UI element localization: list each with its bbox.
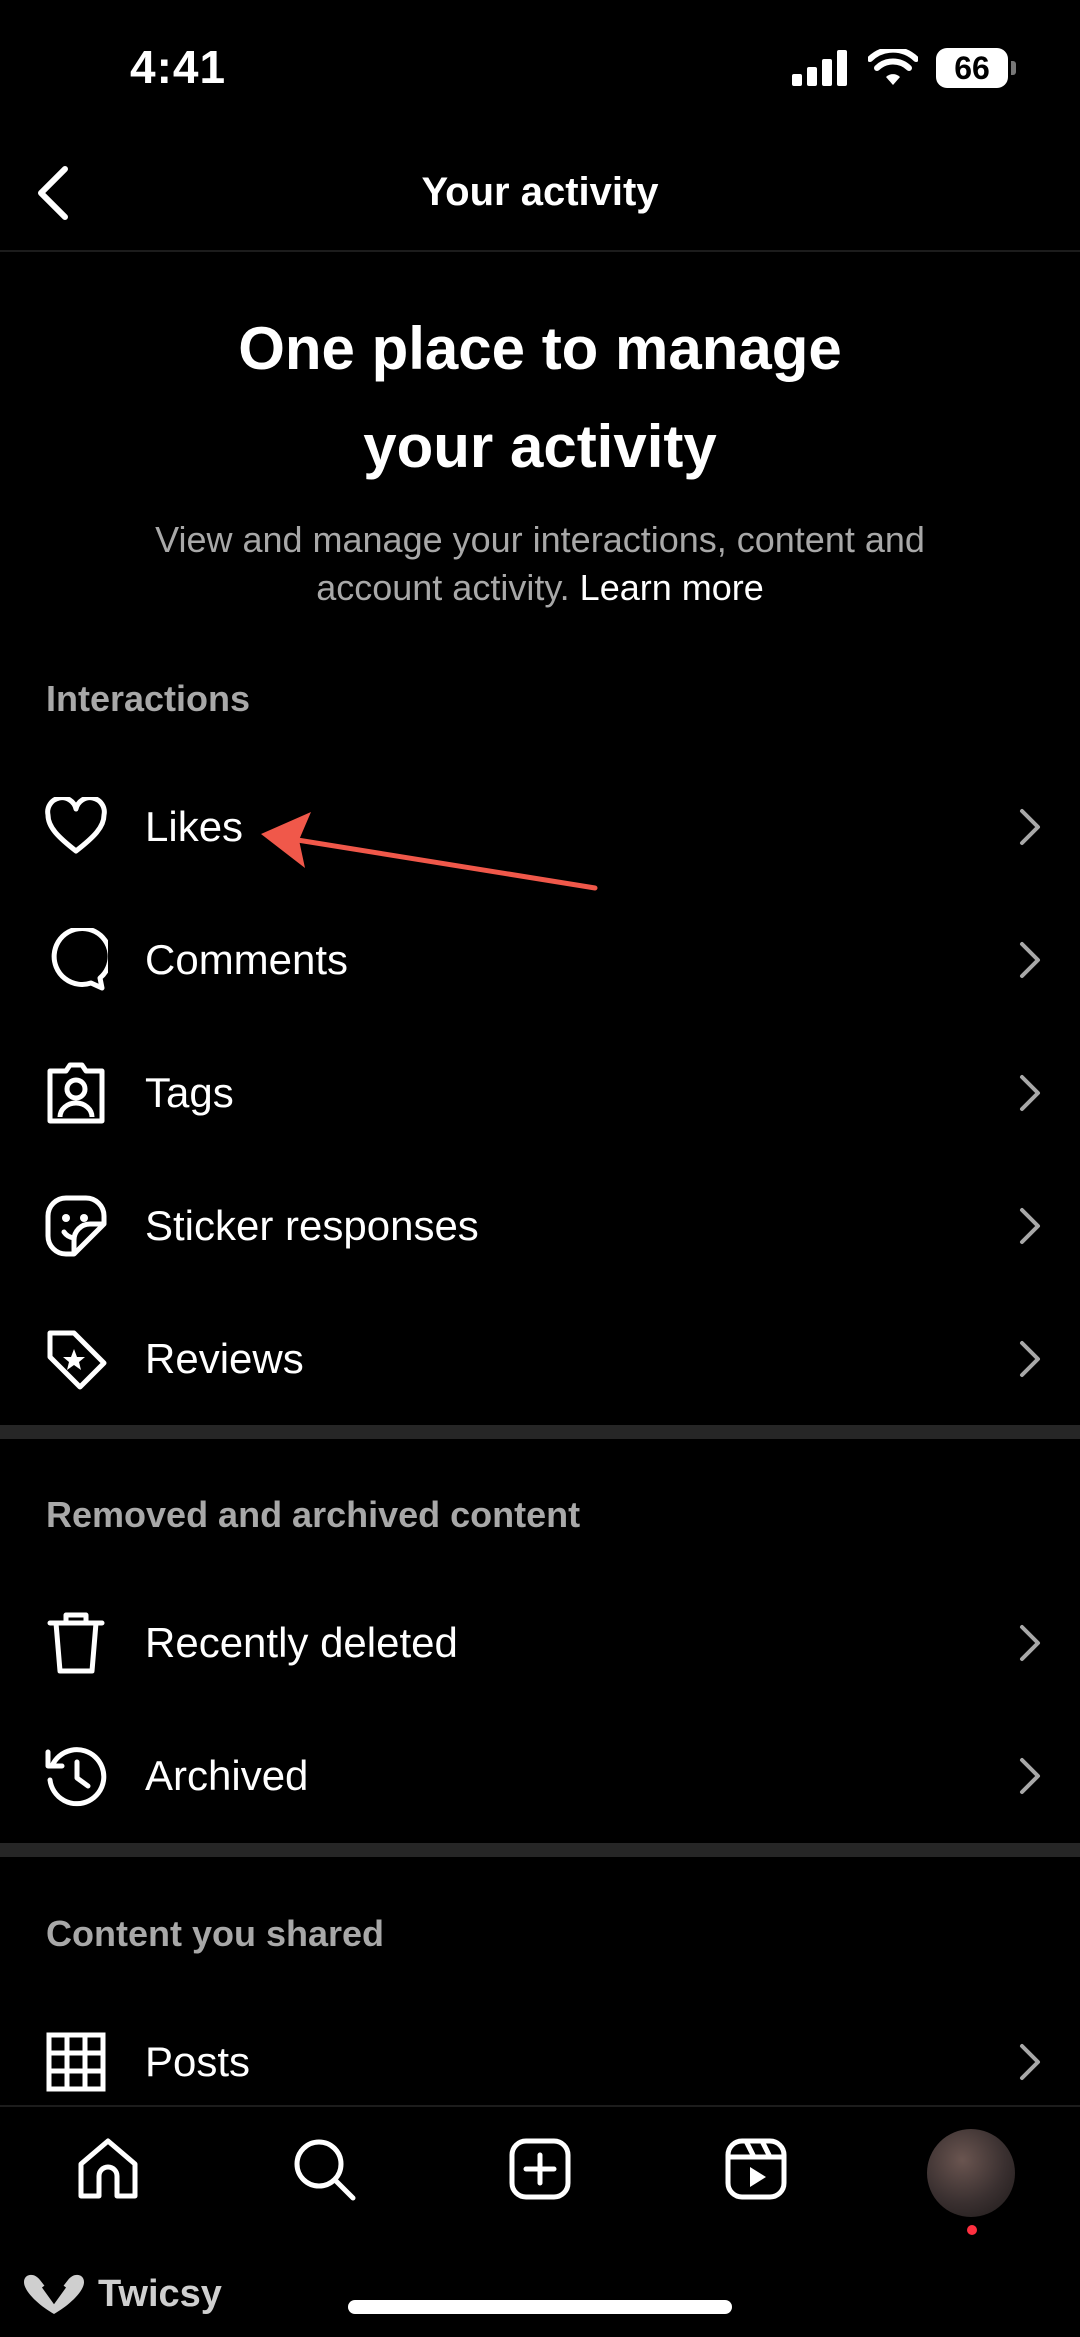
hero-description-text: View and manage your interactions, conte…: [155, 519, 925, 608]
watermark-text: Twicsy: [98, 2272, 222, 2315]
nav-create[interactable]: [500, 2129, 580, 2209]
list-item-comments[interactable]: Comments: [0, 893, 1080, 1026]
tag-person-icon: [44, 1061, 108, 1125]
chevron-right-icon: [1010, 1751, 1050, 1801]
search-icon: [294, 2139, 356, 2201]
cellular-signal-icon: [792, 50, 847, 86]
chevron-right-icon: [1010, 1334, 1050, 1384]
chevron-right-icon: [1010, 802, 1050, 852]
section-divider: [0, 1843, 1080, 1857]
status-icons: 66: [792, 48, 1016, 88]
status-bar: 4:41 66: [0, 0, 1080, 140]
list-item-label: Likes: [145, 802, 244, 850]
hero-description: View and manage your interactions, conte…: [140, 516, 940, 612]
chevron-right-icon: [1010, 1068, 1050, 1118]
heart-icon: [44, 795, 108, 859]
chevron-right-icon: [1010, 935, 1050, 985]
profile-avatar[interactable]: [927, 2129, 1015, 2217]
hero-section: One place to manage your activity View a…: [0, 300, 1080, 612]
learn-more-link[interactable]: Learn more: [580, 567, 764, 608]
section-title-interactions: Interactions: [46, 678, 251, 719]
wifi-icon: [868, 49, 918, 85]
twicsy-logo-icon: [24, 2274, 84, 2314]
archive-history-icon: [44, 1744, 108, 1808]
grid-icon: [44, 2030, 108, 2094]
home-indicator[interactable]: [348, 2300, 732, 2314]
hero-title: One place to manage your activity: [238, 315, 842, 480]
status-time: 4:41: [130, 41, 227, 93]
page-title: Your activity: [421, 170, 659, 214]
bottom-navigation: [0, 2105, 1080, 2245]
list-item-reviews[interactable]: Reviews: [0, 1292, 1080, 1425]
battery-indicator: 66: [936, 48, 1016, 88]
list-item-label: Posts: [145, 2037, 251, 2085]
list-item-archived[interactable]: Archived: [0, 1709, 1080, 1842]
list-item-label: Recently deleted: [145, 1618, 458, 1666]
chevron-right-icon: [1010, 1201, 1050, 1251]
list-item-label: Comments: [145, 935, 349, 983]
list-item-label: Archived: [145, 1751, 309, 1799]
sticker-icon: [44, 1194, 108, 1258]
reels-icon: [725, 2138, 787, 2200]
create-icon: [509, 2138, 571, 2200]
notification-dot: [967, 2225, 977, 2235]
twicsy-watermark: Twicsy: [20, 2272, 222, 2316]
section-title-removed-archived: Removed and archived content: [46, 1494, 581, 1535]
chevron-right-icon: [1010, 1618, 1050, 1668]
nav-reels[interactable]: [716, 2129, 796, 2209]
comment-icon: [44, 927, 108, 992]
annotation-arrow: [261, 812, 598, 891]
trash-icon: [44, 1611, 108, 1675]
page-header: Your activity: [0, 140, 1080, 252]
section-title-content-shared: Content you shared: [46, 1913, 385, 1954]
nav-home[interactable]: [68, 2129, 148, 2209]
list-item-label: Sticker responses: [145, 1201, 479, 1249]
home-icon: [78, 2138, 138, 2199]
list-item-label: Reviews: [145, 1334, 304, 1382]
star-tag-icon: [44, 1327, 108, 1391]
section-divider: [0, 1425, 1080, 1439]
list-item-tags[interactable]: Tags: [0, 1026, 1080, 1159]
list-item-label: Tags: [145, 1068, 234, 1116]
nav-search[interactable]: [284, 2129, 364, 2209]
chevron-right-icon: [1010, 2037, 1050, 2087]
list-item-recently-deleted[interactable]: Recently deleted: [0, 1576, 1080, 1709]
list-item-sticker-responses[interactable]: Sticker responses: [0, 1159, 1080, 1292]
